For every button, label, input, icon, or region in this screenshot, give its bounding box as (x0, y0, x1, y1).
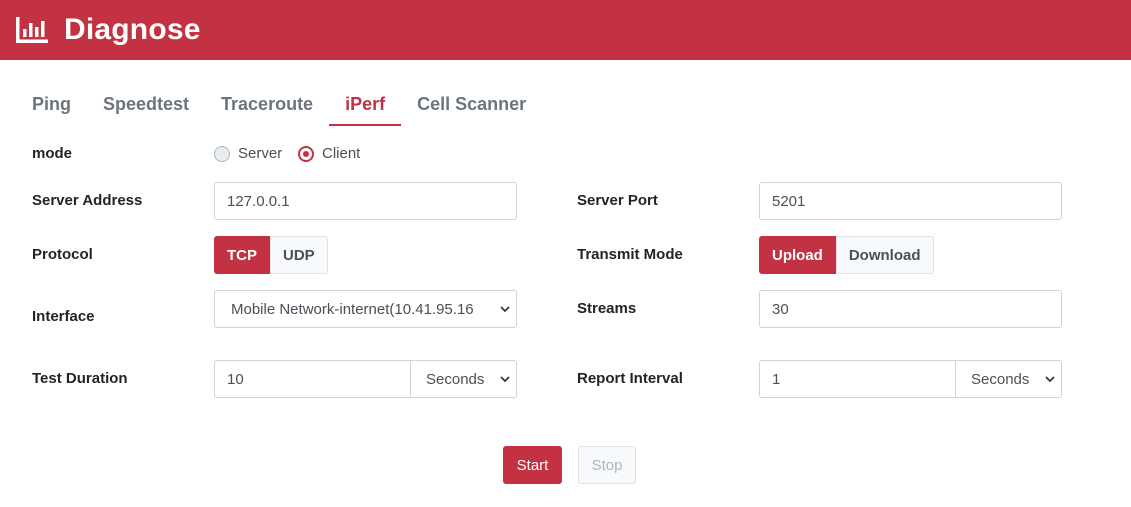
server-address-input[interactable]: 127.0.0.1 (214, 182, 517, 220)
interface-select[interactable]: Mobile Network-internet(10.41.95.16 (214, 290, 517, 328)
tab-ping[interactable]: Ping (16, 86, 87, 126)
radio-unchecked-icon (214, 145, 230, 162)
report-interval-unit-select[interactable]: Seconds (955, 360, 1062, 398)
server-port-label: Server Port (577, 192, 658, 209)
mode-server-radio[interactable]: Server (214, 145, 282, 162)
tab-speedtest[interactable]: Speedtest (87, 86, 205, 126)
protocol-label: Protocol (32, 246, 93, 263)
protocol-toggle: TCP UDP (214, 236, 328, 274)
chevron-down-icon (500, 376, 510, 383)
interface-label: Interface (32, 308, 95, 325)
start-button[interactable]: Start (503, 446, 562, 484)
diagnose-tabs: Ping Speedtest Traceroute iPerf Cell Sca… (16, 86, 542, 126)
server-port-input[interactable]: 5201 (759, 182, 1062, 220)
report-interval-label: Report Interval (577, 370, 683, 387)
protocol-tcp-button[interactable]: TCP (214, 236, 270, 274)
interface-select-value: Mobile Network-internet(10.41.95.16 (231, 300, 474, 318)
mode-label: mode (32, 145, 73, 162)
report-interval-unit-value: Seconds (971, 370, 1030, 388)
report-interval-input[interactable]: 1 (759, 360, 956, 398)
transmit-upload-button[interactable]: Upload (759, 236, 836, 274)
stop-button[interactable]: Stop (578, 446, 636, 484)
page-title: Diagnose (64, 13, 201, 46)
chevron-down-icon (1045, 376, 1055, 383)
tab-cell-scanner[interactable]: Cell Scanner (401, 86, 542, 126)
test-duration-unit-value: Seconds (426, 370, 485, 388)
transmit-mode-toggle: Upload Download (759, 236, 934, 274)
tab-iperf[interactable]: iPerf (329, 86, 402, 126)
tab-traceroute[interactable]: Traceroute (205, 86, 329, 126)
protocol-udp-button[interactable]: UDP (270, 236, 328, 274)
app-header: Diagnose (0, 0, 1131, 60)
mode-client-label: Client (322, 145, 361, 162)
test-duration-input[interactable]: 10 (214, 360, 411, 398)
transmit-mode-label: Transmit Mode (577, 246, 683, 263)
mode-server-label: Server (238, 145, 283, 162)
bar-chart-icon (16, 17, 48, 43)
mode-client-radio[interactable]: Client (298, 145, 360, 162)
chevron-down-icon (500, 306, 510, 313)
streams-input[interactable]: 30 (759, 290, 1062, 328)
server-address-label: Server Address (32, 192, 143, 209)
test-duration-unit-select[interactable]: Seconds (410, 360, 517, 398)
test-duration-label: Test Duration (32, 370, 128, 387)
transmit-download-button[interactable]: Download (835, 236, 934, 274)
streams-label: Streams (577, 300, 637, 317)
radio-checked-icon (298, 145, 314, 162)
